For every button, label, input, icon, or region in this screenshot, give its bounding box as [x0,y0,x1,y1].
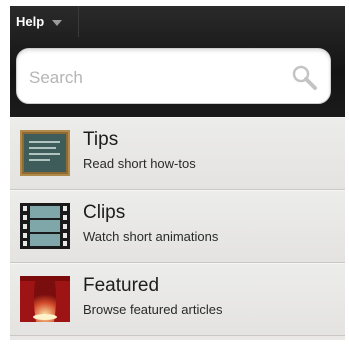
chevron-down-icon [52,19,63,26]
search-field[interactable] [16,48,331,104]
chalkboard-icon [20,130,70,176]
item-subtitle: Read short how-tos [83,156,196,171]
filmstrip-icon [20,203,70,249]
item-title: Clips [83,202,126,223]
list-item-clips[interactable]: Clips Watch short animations [10,190,345,263]
item-subtitle: Browse featured articles [83,302,223,317]
help-topics-list: Tips Read short how-tos Clips Watch shor… [10,117,345,336]
app-menu-label: Help [16,14,45,29]
item-title: Featured [83,275,160,296]
list-item-featured[interactable]: Featured Browse featured articles [10,263,345,336]
item-title: Tips [83,129,119,150]
header-bar: Help [10,6,345,117]
search-icon[interactable] [290,63,320,93]
item-subtitle: Watch short animations [83,229,219,244]
search-input[interactable] [27,57,271,99]
help-app-window: Help Tips Read short how-tos [10,6,345,340]
app-menu-button[interactable]: Help [10,6,79,37]
stage-curtain-icon [20,276,70,322]
list-item-tips[interactable]: Tips Read short how-tos [10,117,345,190]
